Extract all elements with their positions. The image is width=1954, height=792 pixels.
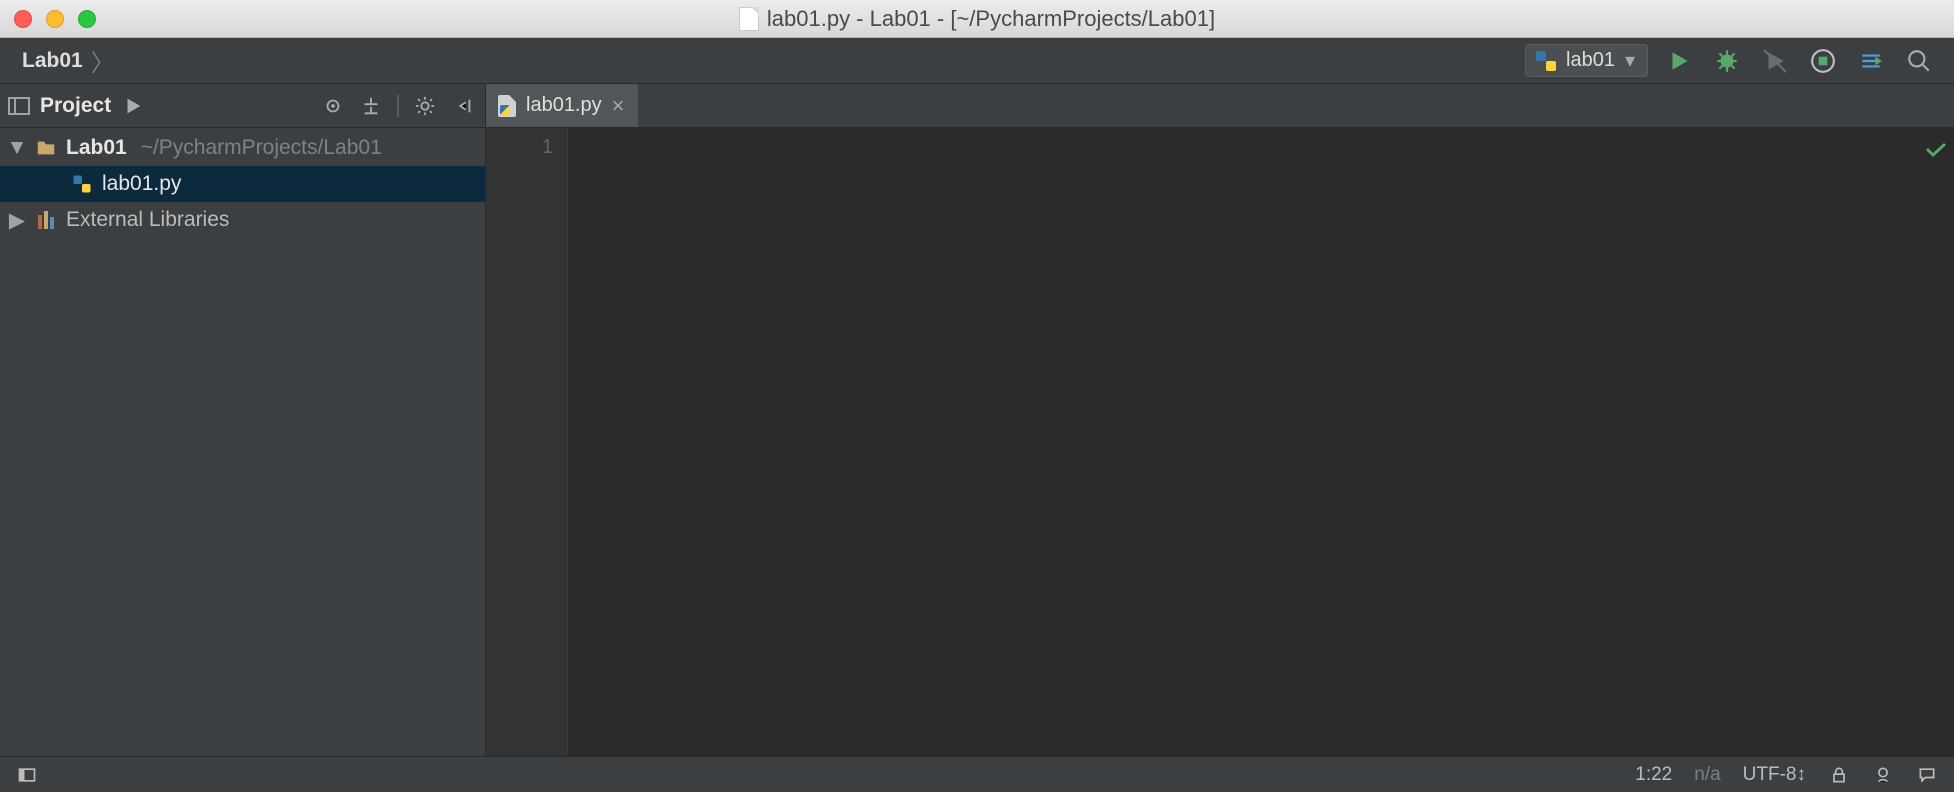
tree-external-libs-row[interactable]: ▶ External Libraries <box>0 202 485 238</box>
tree-file-name: lab01.py <box>102 172 181 196</box>
chevron-right-icon: 〉 <box>91 43 115 78</box>
editor-tab[interactable]: lab01.py × <box>486 84 639 127</box>
tree-external-libs-label: External Libraries <box>66 208 229 232</box>
editor-area: lab01.py × 1 <box>486 84 1954 756</box>
tool-windows-toggle-icon[interactable] <box>16 764 38 786</box>
python-file-icon <box>498 95 516 117</box>
folder-icon <box>34 137 58 159</box>
stop-button[interactable] <box>1806 44 1840 78</box>
project-panel-title: Project <box>40 94 111 118</box>
document-icon <box>739 7 759 31</box>
python-file-icon <box>70 174 94 194</box>
editor-tab-label: lab01.py <box>526 94 602 117</box>
inspection-status-icon[interactable] <box>1924 138 1948 167</box>
minimize-window-button[interactable] <box>46 10 64 28</box>
editor-body: 1 <box>486 128 1954 756</box>
window-titlebar: lab01.py - Lab01 - [~/PycharmProjects/La… <box>0 0 1954 38</box>
encoding-selector[interactable]: UTF-8↕ <box>1743 764 1806 786</box>
window-controls <box>14 10 96 28</box>
code-text-area[interactable] <box>568 128 1954 756</box>
tree-root-path: ~/PycharmProjects/Lab01 <box>141 136 382 160</box>
run-button[interactable] <box>1662 44 1696 78</box>
main-content: Project <box>0 84 1954 756</box>
line-gutter: 1 <box>486 128 568 756</box>
tree-root-row[interactable]: ▼ Lab01 ~/PycharmProjects/Lab01 <box>0 130 485 166</box>
panel-divider <box>397 95 399 117</box>
breadcrumb[interactable]: Lab01 〉 <box>14 43 115 78</box>
encoding-label: UTF-8 <box>1743 764 1797 785</box>
window-title-text: lab01.py - Lab01 - [~/PycharmProjects/La… <box>767 6 1215 32</box>
context-info: n/a <box>1694 764 1720 786</box>
editor-tabbar: lab01.py × <box>486 84 1954 128</box>
libraries-icon <box>34 211 58 229</box>
project-view-icon <box>8 97 30 115</box>
debug-button[interactable] <box>1710 44 1744 78</box>
tree-root-name: Lab01 <box>66 136 127 160</box>
project-tool-window: Project <box>0 84 486 756</box>
updown-icon: ↕ <box>1797 764 1807 785</box>
search-everywhere-button[interactable] <box>1902 44 1936 78</box>
tree-file-row[interactable]: lab01.py <box>0 166 485 202</box>
close-tab-button[interactable]: × <box>612 93 625 119</box>
profile-button[interactable] <box>1854 44 1888 78</box>
status-bar: 1:22 n/a UTF-8↕ <box>0 756 1954 792</box>
locate-button[interactable] <box>321 94 345 118</box>
run-config-selector[interactable]: lab01 ▾ <box>1525 44 1648 77</box>
run-config-label: lab01 <box>1566 49 1615 72</box>
navigation-bar: Lab01 〉 lab01 ▾ <box>0 38 1954 84</box>
inspector-icon[interactable] <box>1872 764 1894 786</box>
line-number: 1 <box>486 136 553 159</box>
settings-gear-icon[interactable] <box>413 94 437 118</box>
project-tree[interactable]: ▼ Lab01 ~/PycharmProjects/Lab01 lab01.py… <box>0 128 485 756</box>
run-coverage-button[interactable] <box>1758 44 1792 78</box>
feedback-icon[interactable] <box>1916 764 1938 786</box>
collapse-all-button[interactable] <box>359 94 383 118</box>
project-panel-header: Project <box>0 84 485 128</box>
scope-dropdown[interactable] <box>121 94 145 118</box>
zoom-window-button[interactable] <box>78 10 96 28</box>
breadcrumb-root: Lab01 <box>22 49 83 73</box>
hide-panel-button[interactable] <box>451 94 475 118</box>
run-toolbar: lab01 ▾ <box>1525 44 1936 78</box>
chevron-down-icon: ▾ <box>1625 48 1635 73</box>
lock-icon[interactable] <box>1828 764 1850 786</box>
window-title: lab01.py - Lab01 - [~/PycharmProjects/La… <box>0 6 1954 32</box>
python-icon <box>1536 51 1556 71</box>
chevron-down-icon[interactable]: ▼ <box>8 136 26 160</box>
close-window-button[interactable] <box>14 10 32 28</box>
chevron-right-icon[interactable]: ▶ <box>8 208 26 233</box>
caret-position[interactable]: 1:22 <box>1635 764 1672 786</box>
